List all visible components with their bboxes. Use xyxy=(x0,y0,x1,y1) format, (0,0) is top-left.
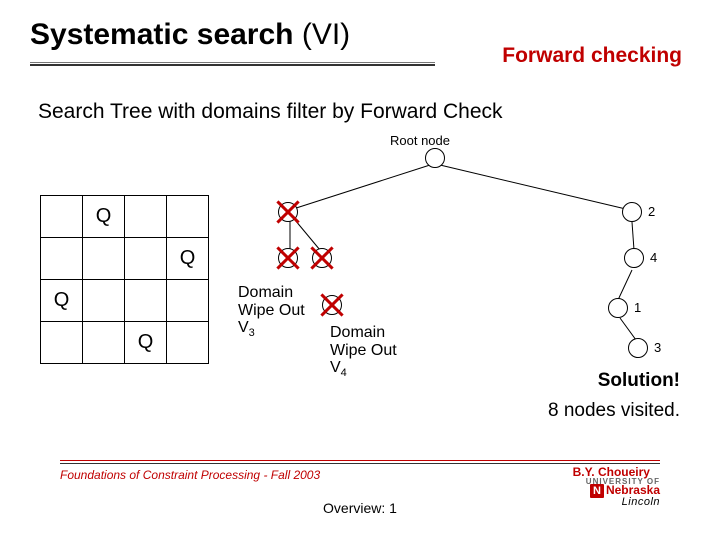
wipe2-l1: Domain xyxy=(330,324,385,341)
table-row: Q xyxy=(41,238,209,280)
root-node-label: Root node xyxy=(390,133,450,148)
title-underline xyxy=(30,62,435,65)
cross-icon xyxy=(309,245,335,271)
university-name: Nebraska xyxy=(606,483,660,497)
node-number: 2 xyxy=(648,204,655,219)
tree-node xyxy=(624,248,644,268)
node-number: 4 xyxy=(650,250,657,265)
table-row: Q xyxy=(41,322,209,364)
wipe1-var: V xyxy=(238,319,249,336)
table-row: Q xyxy=(41,196,209,238)
queen-cell: Q xyxy=(83,196,125,238)
wipeout-label-1: Domain Wipe Out V3 xyxy=(238,284,305,339)
title-main: Systematic search xyxy=(30,18,294,51)
footer-left: Foundations of Constraint Processing - F… xyxy=(60,468,320,482)
solution-label: Solution! xyxy=(598,370,680,392)
node-number: 1 xyxy=(634,300,641,315)
wipeout-label-2: Domain Wipe Out V4 xyxy=(330,324,397,379)
tree-node xyxy=(622,202,642,222)
title-right: Forward checking xyxy=(502,44,682,68)
cross-icon xyxy=(319,292,345,318)
title-area: Systematic search (VI) Forward checking xyxy=(30,18,690,52)
tree-node xyxy=(628,338,648,358)
cross-icon xyxy=(275,199,301,225)
wipe1-l1: Domain xyxy=(238,284,293,301)
queen-cell: Q xyxy=(125,322,167,364)
node-number: 3 xyxy=(654,340,661,355)
table-row: Q xyxy=(41,280,209,322)
queen-cell: Q xyxy=(41,280,83,322)
queen-cell: Q xyxy=(167,238,209,280)
title-paren: (VI) xyxy=(294,18,351,51)
wipe1-l2: Wipe Out xyxy=(238,302,305,319)
slide: Systematic search (VI) Forward checking … xyxy=(0,0,720,540)
wipe2-l2: Wipe Out xyxy=(330,342,397,359)
tree-node xyxy=(608,298,628,318)
wipe2-var: V xyxy=(330,359,341,376)
nebraska-n-icon: N xyxy=(590,484,604,498)
visited-label: 8 nodes visited. xyxy=(548,400,680,422)
wipe1-sub: 3 xyxy=(249,327,255,339)
queens-board: Q Q Q Q xyxy=(40,195,209,364)
footer-rule xyxy=(60,460,660,461)
footer-overview: Overview: 1 xyxy=(0,500,720,516)
subtitle: Search Tree with domains filter by Forwa… xyxy=(38,100,503,124)
wipe2-sub: 4 xyxy=(341,367,347,379)
tree-node-root xyxy=(425,148,445,168)
cross-icon xyxy=(275,245,301,271)
footer-rule2 xyxy=(60,463,660,464)
